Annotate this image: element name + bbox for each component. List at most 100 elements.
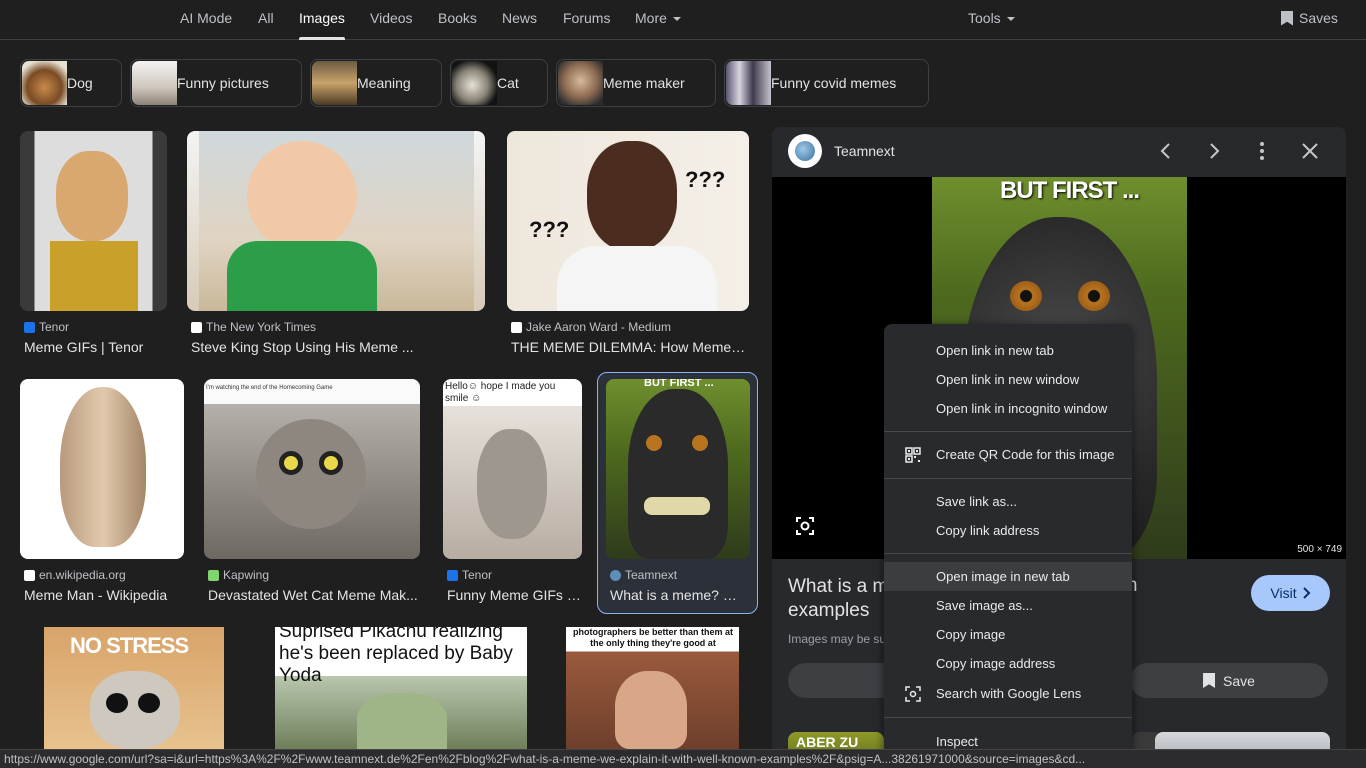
result-tile[interactable]: I'm watching the end of the Homecoming G… [204,379,420,609]
result-tile[interactable]: Tenor Meme GIFs | Tenor [20,131,167,361]
result-caption[interactable]: Meme GIFs | Tenor [24,339,169,355]
result-caption[interactable]: Steve King Stop Using His Meme ... [191,339,485,355]
google-lens-icon[interactable] [794,515,816,537]
result-caption[interactable]: THE MEME DILEMMA: How Memes ... [511,339,749,355]
chip-meaning[interactable]: Meaning [310,59,442,107]
panel-title-line2: examples [788,600,870,621]
result-tile-selected[interactable]: BUT FIRST ... Teamnext What is a meme? W… [606,379,750,609]
chip-thumbnail [726,61,771,105]
menu-copy-link-address[interactable]: Copy link address [884,516,1132,545]
chip-meme-maker[interactable]: Meme maker [556,59,716,107]
chip-cat[interactable]: Cat [450,59,548,107]
tab-more[interactable]: More [635,10,681,26]
result-image[interactable]: Hello☺ hope I made you smile ☺ [443,379,582,559]
result-tile[interactable]: ??? ??? Jake Aaron Ward - Medium THE MEM… [507,131,749,361]
previous-icon[interactable] [1154,139,1178,163]
menu-open-link-incognito[interactable]: Open link in incognito window [884,394,1132,423]
menu-divider [884,717,1132,718]
menu-save-image-as[interactable]: Save image as... [884,591,1132,620]
chip-label: Dog [67,75,93,91]
chip-label: Cat [497,75,519,91]
result-tile[interactable]: photographers be better than them at the… [555,627,750,749]
caption-text: BUT FIRST ... [1000,177,1140,204]
shirt-shape [50,241,138,311]
more-options-icon[interactable] [1250,139,1274,163]
chip-label: Funny covid memes [771,75,897,91]
yoda-head [357,693,447,749]
monkey-eye [692,435,708,451]
menu-divider [884,553,1132,554]
image-dimensions: 500 × 749 [1297,544,1342,555]
result-image[interactable]: ??? ??? [507,131,749,311]
result-tile[interactable]: The New York Times Steve King Stop Using… [187,131,485,361]
result-caption[interactable]: Meme Man - Wikipedia [24,587,184,603]
menu-divider [884,431,1132,432]
menu-open-link-new-tab[interactable]: Open link in new tab [884,336,1132,365]
result-image[interactable] [187,131,485,311]
saves-button[interactable]: Saves [1281,10,1338,26]
tab-forums[interactable]: Forums [563,10,610,26]
chip-funny-covid-memes[interactable]: Funny covid memes [724,59,929,107]
source-label: Tenor [39,320,70,334]
result-caption[interactable]: Devastated Wet Cat Meme Mak... [208,587,420,603]
result-tile[interactable]: en.wikipedia.org Meme Man - Wikipedia [20,379,184,609]
chevron-down-icon [1006,17,1015,22]
menu-save-link-as[interactable]: Save link as... [884,487,1132,516]
result-image[interactable]: NO STRESS [20,627,247,749]
result-image[interactable] [20,379,184,559]
caption-text: BUT FIRST ... [644,379,714,389]
donkey-head [477,429,547,539]
caption-text: I'm watching the end of the Homecoming G… [206,385,333,391]
source-label: The New York Times [206,320,317,334]
menu-create-qr-code[interactable]: Create QR Code for this image [884,440,1132,469]
result-source: Tenor [24,320,69,334]
chip-funny-pictures[interactable]: Funny pictures [130,59,302,107]
result-image[interactable] [20,131,167,311]
menu-search-google-lens[interactable]: Search with Google Lens [884,679,1132,708]
nyt-icon [191,321,202,333]
top-nav: AI Mode All Images Videos Books News For… [0,0,1366,40]
visit-button[interactable]: Visit [1251,575,1330,611]
source-label: en.wikipedia.org [39,568,126,582]
saves-label: Saves [1299,10,1338,26]
result-image[interactable]: BUT FIRST ... [606,379,750,559]
monkey-head [628,389,728,559]
site-name[interactable]: Teamnext [834,143,895,159]
cat-face [90,671,180,749]
tab-news[interactable]: News [502,10,537,26]
result-tile[interactable]: Hello☺ hope I made you smile ☺ Tenor Fun… [443,379,583,609]
tab-all[interactable]: All [258,10,274,26]
result-caption[interactable]: What is a meme? W... [610,587,746,603]
save-button[interactable]: Save [1130,663,1328,698]
monkey-eye [1078,281,1110,311]
tenor-icon [24,321,35,333]
tab-books[interactable]: Books [438,10,477,26]
result-tile[interactable]: NO STRESS [20,627,247,749]
menu-item-label: Create QR Code for this image [936,447,1115,462]
next-icon[interactable] [1202,139,1226,163]
chip-label: Meaning [357,75,411,91]
tools-button[interactable]: Tools [968,10,1015,26]
result-caption[interactable]: Funny Meme GIFs | ... [447,587,583,603]
result-image[interactable]: photographers be better than them at the… [555,627,750,749]
result-tile[interactable]: Suprised Pikachu realizing he's been rep… [267,627,535,749]
result-source: Jake Aaron Ward - Medium [511,320,671,334]
tab-ai-mode[interactable]: AI Mode [180,10,232,26]
caption-text: Suprised Pikachu realizing he's been rep… [279,627,513,686]
result-source: Teamnext [610,568,677,582]
tab-videos[interactable]: Videos [370,10,413,26]
chip-dog[interactable]: Dog [20,59,122,107]
cat-eye [279,451,303,475]
result-image[interactable]: I'm watching the end of the Homecoming G… [204,379,420,559]
menu-copy-image[interactable]: Copy image [884,620,1132,649]
google-lens-icon [905,686,921,702]
close-icon[interactable] [1298,139,1322,163]
menu-open-link-new-window[interactable]: Open link in new window [884,365,1132,394]
kapwing-icon [208,569,219,581]
result-source: Tenor [447,568,492,582]
tab-images[interactable]: Images [299,10,345,40]
menu-open-image-new-tab[interactable]: Open image in new tab [884,562,1132,591]
menu-copy-image-address[interactable]: Copy image address [884,649,1132,678]
copyright-note: Images may be su [788,632,887,646]
result-image[interactable]: Suprised Pikachu realizing he's been rep… [267,627,535,749]
